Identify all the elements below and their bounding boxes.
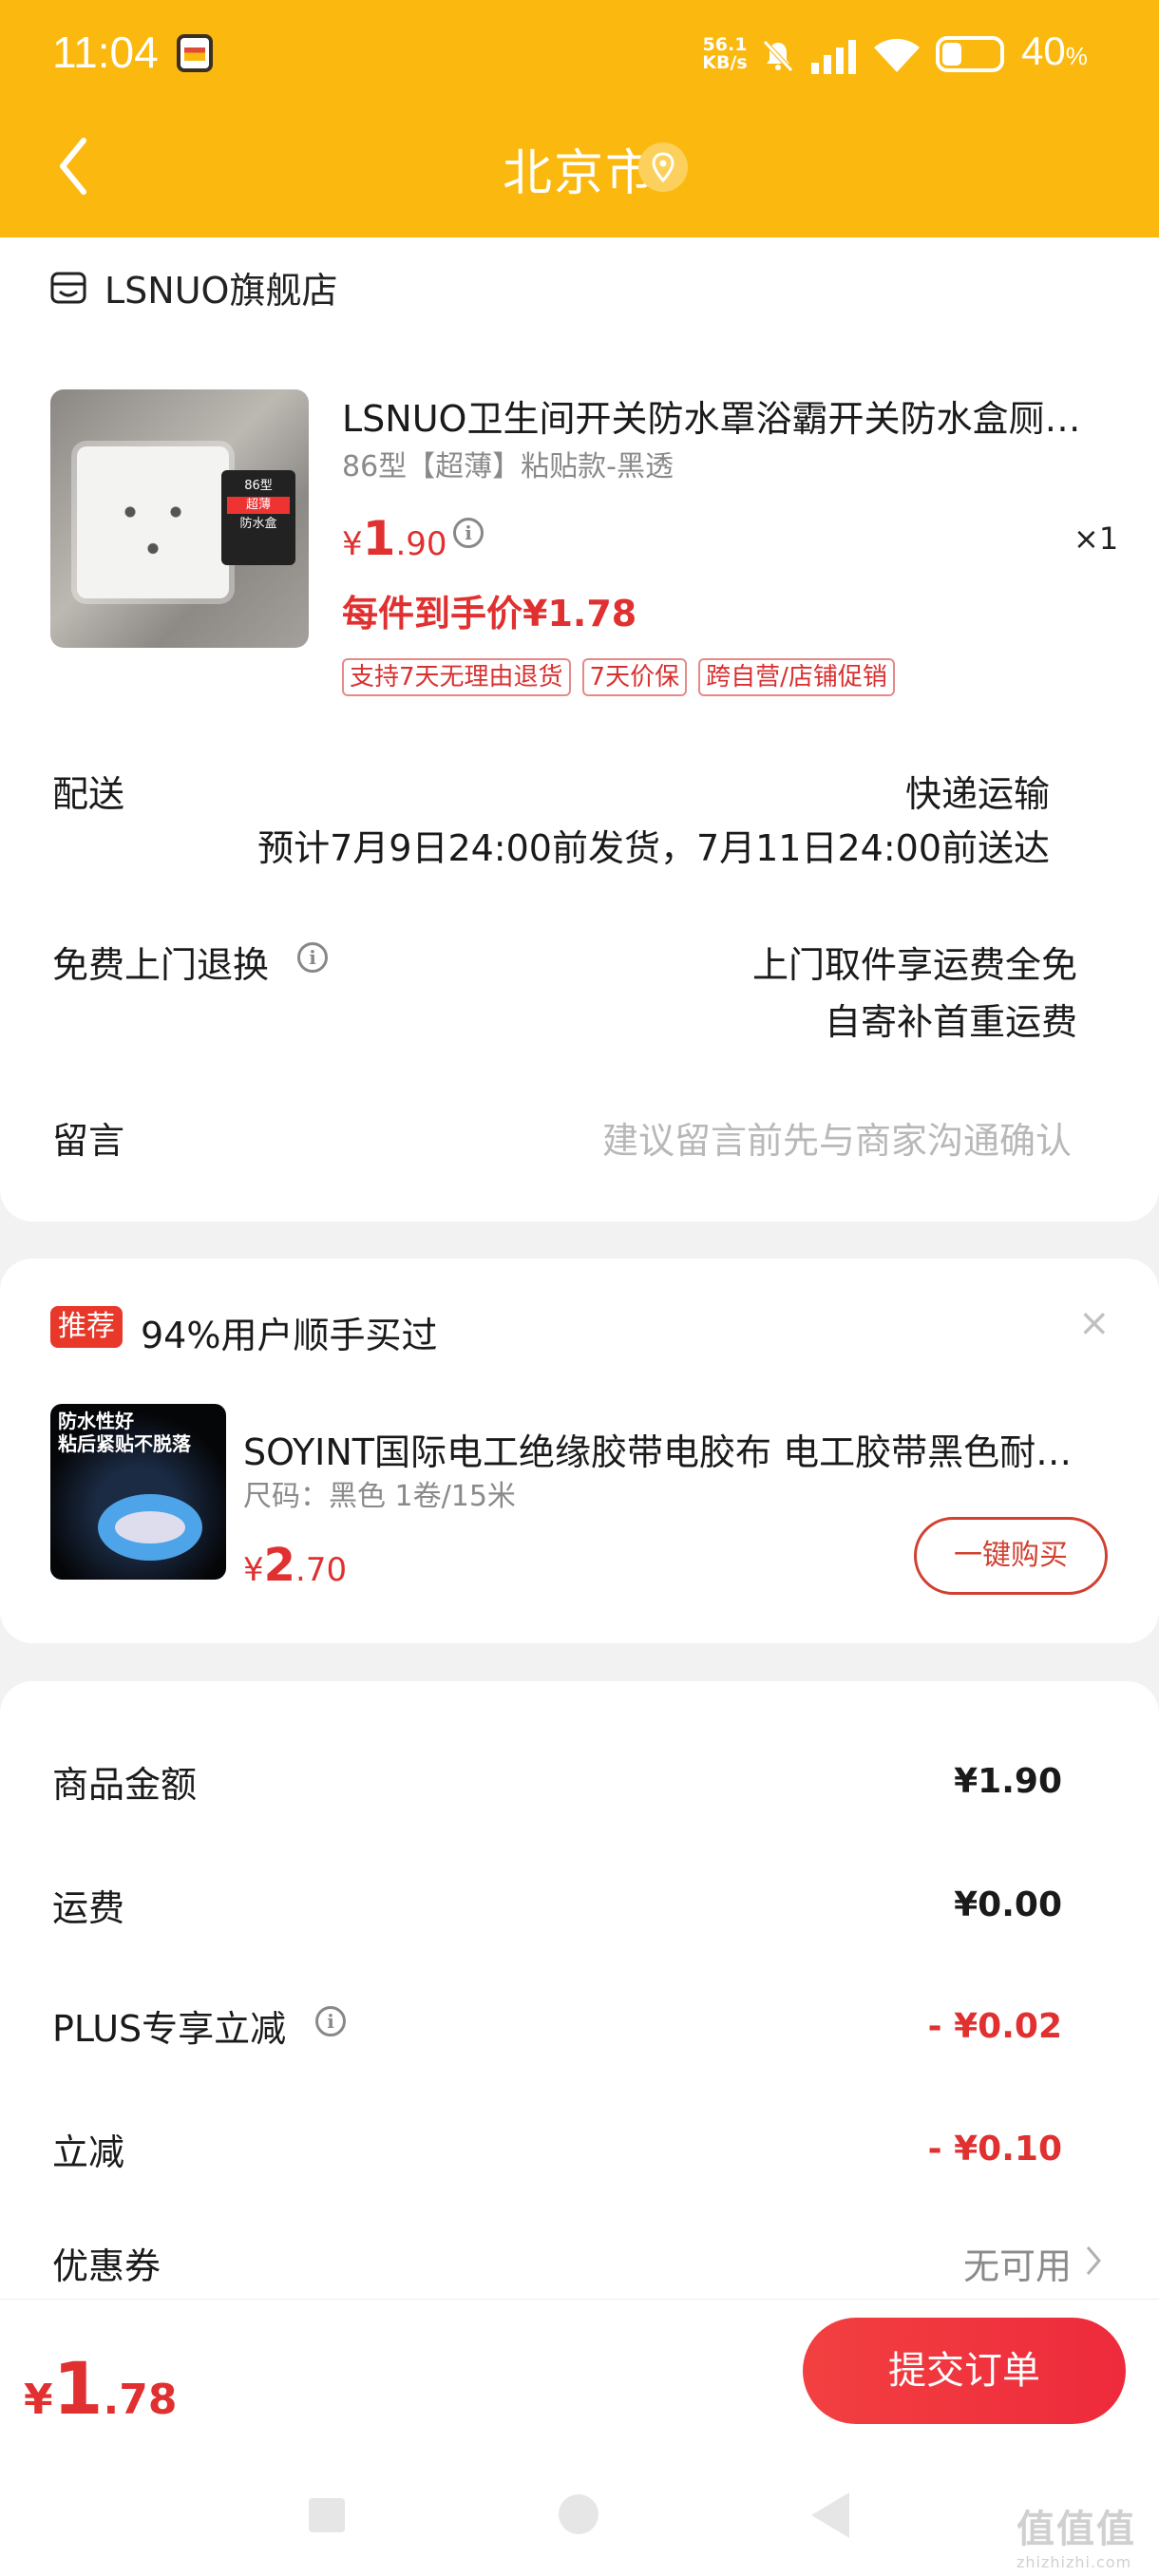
location-pin-icon[interactable] [638, 142, 688, 192]
signal-icon [811, 40, 856, 74]
product-image-text-1: 86型 [244, 479, 273, 493]
coupon-label: 优惠券 [52, 2245, 162, 2287]
plus-discount-value: - ¥0.02 [927, 2007, 1062, 2046]
notification-app-icon [177, 34, 213, 72]
return-line-1: 上门取件享运费全免 [751, 944, 1077, 986]
total-symbol: ¥ [24, 2376, 53, 2424]
socket-plate-graphic [77, 446, 229, 598]
watermark-main: 值值值 [1016, 2508, 1136, 2551]
status-time: 11:04 [52, 28, 159, 77]
recommend-product-spec: 尺码：黑色 1卷/15米 [243, 1480, 516, 1513]
recommend-badge: 推荐 [50, 1306, 123, 1348]
total-decimal: .78 [103, 2376, 178, 2424]
recents-icon[interactable] [309, 2498, 345, 2532]
coupon-value[interactable]: 无可用 [963, 2237, 1072, 2289]
battery-percent: 40 [1021, 28, 1066, 73]
rec-price-integer: 2 [263, 1539, 296, 1592]
goods-amount-value: ¥1.90 [954, 1762, 1062, 1801]
product-name[interactable]: LSNUO卫生间开关防水罩浴霸开关防水盒厕所插座面板保护罩 [342, 389, 1102, 442]
status-bar: 11:04 56.1 KB/s 40% [0, 0, 1159, 114]
shipping-value: ¥0.00 [954, 1885, 1062, 1924]
battery-unit: % [1065, 42, 1088, 70]
network-speed: 56.1 KB/s [698, 36, 751, 72]
product-image-tag: 86型 超薄 防水盒 [221, 470, 295, 565]
product-image-text-3: 防水盒 [239, 517, 277, 531]
delivery-method[interactable]: 快递运输 [905, 765, 1050, 817]
recommend-product-image[interactable]: 防水性好 粘后紧贴不脱落 [50, 1404, 226, 1580]
shipping-label: 运费 [52, 1887, 125, 1929]
price-integer: 1 [362, 511, 396, 566]
close-icon[interactable]: × [1078, 1301, 1111, 1345]
chevron-right-icon[interactable] [1083, 2244, 1104, 2278]
service-tag: 7天价保 [581, 658, 688, 696]
delivery-label: 配送 [52, 773, 125, 815]
silent-bell-icon [763, 40, 793, 72]
price-decimal: .90 [395, 525, 447, 563]
recommend-price: ¥2.70 [243, 1539, 347, 1592]
service-tag: 支持7天无理由退货 [342, 658, 571, 696]
product-quantity: ×1 [1074, 521, 1119, 557]
price-symbol: ¥ [342, 525, 363, 563]
total-integer: 1 [52, 2346, 104, 2431]
recommend-image-text: 防水性好 粘后紧贴不脱落 [58, 1410, 191, 1455]
service-tags: 支持7天无理由退货 7天价保 跨自营/店铺促销 [342, 658, 895, 696]
back-triangle-icon[interactable] [811, 2492, 849, 2538]
return-info-icon[interactable]: i [297, 942, 328, 973]
one-click-buy-button[interactable]: 一键购买 [914, 1517, 1108, 1595]
watermark-sub: zhizhizhi.com [1016, 2553, 1132, 2571]
return-label: 免费上门退换 [52, 944, 270, 986]
hand-price: 每件到手价¥1.78 [342, 593, 637, 635]
rec-price-decimal: .70 [295, 1551, 348, 1589]
battery-level: 40% [1021, 28, 1088, 74]
instant-discount-value: - ¥0.10 [927, 2130, 1062, 2169]
recommend-product-name[interactable]: SOYINT国际电工绝缘胶带电胶布 电工胶带黑色耐高温防水 [243, 1423, 1098, 1475]
order-item-card [0, 237, 1159, 1222]
shop-name: LSNUO旗舰店 [104, 270, 338, 312]
product-image[interactable]: 86型 超薄 防水盒 [50, 389, 309, 648]
tape-roll-graphic [98, 1494, 202, 1561]
delivery-estimate: 预计7月9日24:00前发货，7月11日24:00前送达 [257, 827, 1050, 869]
instant-discount-label: 立减 [52, 2131, 125, 2173]
battery-icon [936, 36, 1004, 72]
product-price: ¥1.90 [342, 511, 447, 566]
recommend-title: 94%用户顺手买过 [141, 1315, 438, 1356]
product-spec[interactable]: 86型【超薄】粘贴款-黑透 [342, 443, 674, 484]
system-nav-bar [0, 2470, 1159, 2546]
return-line-2: 自寄补首重运费 [824, 1001, 1077, 1043]
home-icon[interactable] [559, 2494, 598, 2534]
plus-discount-label: PLUS专享立减 [52, 2008, 287, 2050]
total-price: ¥1.78 [24, 2346, 177, 2431]
price-info-icon[interactable]: i [453, 518, 484, 548]
plus-info-icon[interactable]: i [315, 2006, 346, 2036]
message-label: 留言 [52, 1120, 125, 1162]
rec-price-symbol: ¥ [243, 1551, 264, 1589]
message-input[interactable]: 建议留言前先与商家沟通确认 [602, 1111, 1072, 1164]
watermark: 值值值 zhizhizhi.com [1016, 2498, 1136, 2571]
product-image-text-2: 超薄 [227, 497, 290, 514]
page-title[interactable]: 北京市 [503, 133, 656, 204]
shop-icon [50, 272, 86, 303]
wifi-icon [874, 38, 920, 72]
shop-header[interactable]: LSNUO旗舰店 [49, 261, 337, 313]
goods-amount-label: 商品金额 [52, 1764, 198, 1806]
network-speed-unit: KB/s [702, 52, 748, 73]
service-tag: 跨自营/店铺促销 [698, 658, 895, 696]
submit-order-button[interactable]: 提交订单 [803, 2318, 1126, 2424]
